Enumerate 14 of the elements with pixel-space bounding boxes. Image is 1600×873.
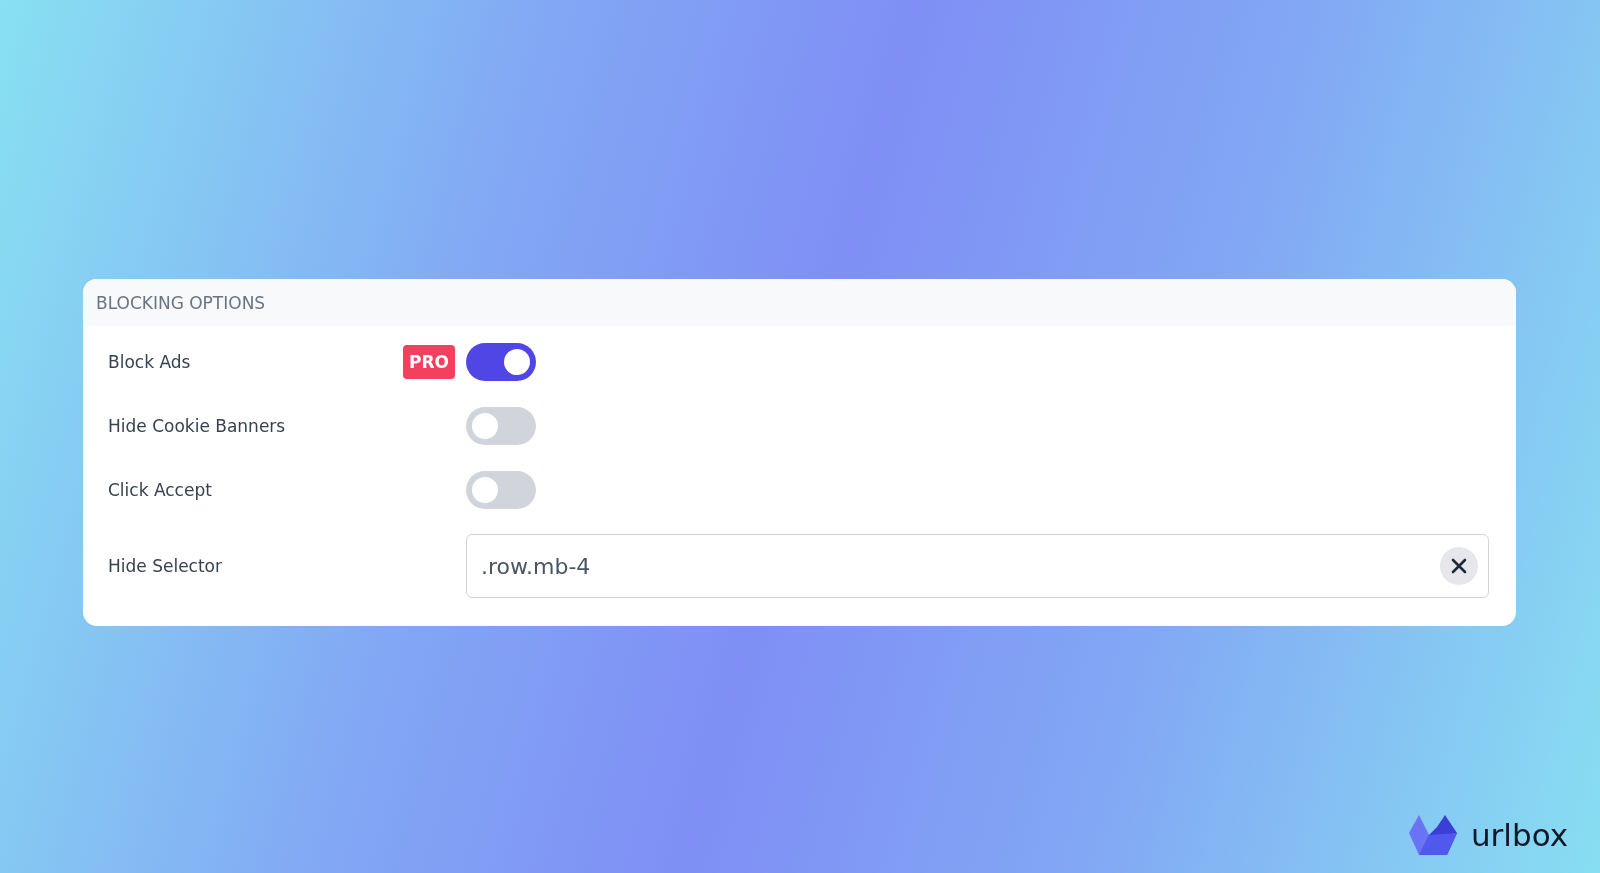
close-icon (1451, 558, 1467, 574)
section-title: BLOCKING OPTIONS (96, 292, 266, 313)
toggle-switch[interactable] (466, 471, 536, 509)
option-label: Hide Cookie Banners (108, 416, 287, 436)
logo-icon (1406, 813, 1459, 857)
selector-field[interactable]: .row.mb-4 (466, 534, 1489, 598)
toggle-switch[interactable] (466, 407, 536, 445)
toggle-switch[interactable] (466, 343, 536, 381)
option-label: Block Ads (108, 352, 192, 372)
clear-button[interactable] (1440, 547, 1478, 585)
pro-badge: PRO (403, 345, 455, 379)
option-label: Click Accept (108, 480, 213, 500)
logo-text: urlbox (1470, 817, 1568, 853)
option-label: Hide Selector (108, 556, 223, 576)
